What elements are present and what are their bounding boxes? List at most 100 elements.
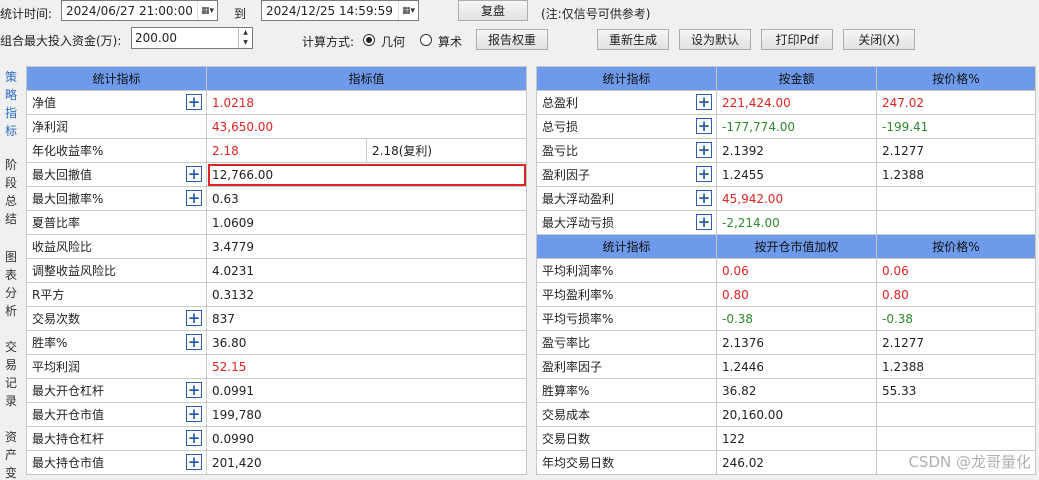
- header-by-price: 按价格%: [876, 66, 1036, 91]
- table-row: 交易次数 +837: [26, 306, 528, 331]
- metric-name: 最大持仓杠杆: [32, 432, 105, 446]
- table-row: 盈亏比 +2.1392 2.1277: [536, 138, 1036, 163]
- capital-label: 组合最大投入资金(万):: [0, 34, 122, 48]
- metric-name: 年均交易日数: [542, 456, 615, 470]
- header-by-price: 按价格%: [876, 234, 1036, 259]
- value-col-2: -199.41: [876, 114, 1036, 139]
- table-row: 最大回撤率% +0.63: [26, 186, 528, 211]
- metric-name: 最大回撤率%: [32, 192, 104, 206]
- report-weight-button[interactable]: 报告权重: [476, 29, 548, 50]
- metric-name: 最大浮动亏损: [542, 216, 615, 230]
- capital-value: 200.00: [135, 31, 177, 45]
- expand-plus-icon[interactable]: +: [696, 166, 712, 182]
- metric-name-cell: 平均利润: [26, 354, 207, 379]
- expand-plus-icon[interactable]: +: [186, 430, 202, 446]
- expand-plus-icon[interactable]: +: [696, 94, 712, 110]
- calendar-dropdown-icon[interactable]: ▦▾: [197, 1, 217, 20]
- metric-value: 0.63: [205, 186, 528, 211]
- metric-name: 胜率%: [32, 336, 68, 350]
- metric-name-cell: 净利润: [26, 114, 207, 139]
- metric-name-cell: 总盈利 +: [536, 90, 717, 115]
- metric-name: 最大浮动盈利: [542, 192, 615, 206]
- table-row: 最大开仓市值 +199,780: [26, 402, 528, 427]
- table-row: 胜率% +36.80: [26, 330, 528, 355]
- value-col-1: 122: [716, 426, 877, 451]
- table-row: 总亏损 + -177,774.00 -199.41: [536, 114, 1036, 139]
- expand-plus-icon[interactable]: +: [186, 334, 202, 350]
- metric-value: 0.0991: [205, 378, 528, 403]
- metric-name-cell: 交易成本: [536, 402, 717, 427]
- value-col-1: 0.06: [716, 258, 877, 283]
- metric-name: 总亏损: [542, 120, 579, 134]
- expand-plus-icon[interactable]: +: [186, 166, 202, 182]
- close-button[interactable]: 关闭(X): [843, 29, 915, 50]
- table-row: 最大浮动盈利 +45,942.00: [536, 186, 1036, 211]
- tab-chart-analysis[interactable]: 图表分析: [0, 248, 22, 320]
- expand-plus-icon[interactable]: +: [186, 406, 202, 422]
- value-col-1: 20,160.00: [716, 402, 877, 427]
- value-col-1: 2.1376: [716, 330, 877, 355]
- capital-input[interactable]: 200.00 ▲ ▼: [131, 27, 253, 49]
- value-col-1: -0.38: [716, 306, 877, 331]
- expand-plus-icon[interactable]: +: [186, 190, 202, 206]
- expand-plus-icon[interactable]: +: [696, 214, 712, 230]
- arithmetic-label: 算术: [438, 35, 463, 49]
- print-pdf-button[interactable]: 打印Pdf: [761, 29, 833, 50]
- table-row: 盈利因子 +1.2455 1.2388: [536, 162, 1036, 187]
- metric-name: 最大持仓市值: [32, 456, 105, 470]
- value-col-2: [876, 402, 1036, 427]
- spin-up-icon[interactable]: ▲: [239, 28, 252, 38]
- table-row: 夏普比率 1.0609: [26, 210, 528, 235]
- review-button[interactable]: 复盘: [458, 0, 528, 21]
- metric-name: 盈亏率比: [542, 336, 591, 350]
- header-metric: 统计指标: [536, 66, 717, 91]
- expand-plus-icon[interactable]: +: [186, 382, 202, 398]
- value-col-2: [876, 210, 1036, 235]
- metric-name: 平均盈利率%: [542, 288, 614, 302]
- value-col-1: 45,942.00: [716, 186, 877, 211]
- tab-stage-summary[interactable]: 阶段总结: [0, 156, 22, 228]
- capital-spinner[interactable]: ▲ ▼: [238, 28, 252, 48]
- header-value: 指标值: [205, 66, 528, 91]
- end-date-picker[interactable]: 2024/12/25 14:59:59 ▦▾: [261, 0, 419, 21]
- regenerate-button[interactable]: 重新生成: [597, 29, 669, 50]
- expand-plus-icon[interactable]: +: [186, 454, 202, 470]
- metric-value: 36.80: [205, 330, 528, 355]
- start-date-picker[interactable]: 2024/06/27 21:00:00 ▦▾: [61, 0, 218, 21]
- table-row: 胜算率% 36.82 55.33: [536, 378, 1036, 403]
- table-row: R平方 0.3132: [26, 282, 528, 307]
- tab-label: 交易记录: [5, 340, 18, 408]
- tab-strategy-metrics[interactable]: 策略指标: [0, 68, 22, 140]
- metric-value: 0.0990: [205, 426, 528, 451]
- metric-name: 胜算率%: [542, 384, 590, 398]
- expand-plus-icon[interactable]: +: [696, 142, 712, 158]
- table-row: 平均利润率% 0.06 0.06: [536, 258, 1036, 283]
- expand-plus-icon[interactable]: +: [696, 118, 712, 134]
- value-col-2: 1.2388: [876, 354, 1036, 379]
- table-row: 平均利润 52.15: [26, 354, 528, 379]
- table-row: 总盈利 +221,424.00 247.02: [536, 90, 1036, 115]
- tab-trade-records[interactable]: 交易记录: [0, 338, 22, 410]
- expand-plus-icon[interactable]: +: [696, 190, 712, 206]
- tab-asset-change[interactable]: 资产变: [0, 428, 22, 480]
- metric-name: 最大开仓杠杆: [32, 384, 105, 398]
- metric-value: 1.0218: [205, 90, 528, 115]
- metric-name-cell: 盈亏比 +: [536, 138, 717, 163]
- metric-name-cell: 盈利率因子: [536, 354, 717, 379]
- metric-name-cell: 收益风险比: [26, 234, 207, 259]
- metric-name: 总盈利: [542, 96, 579, 110]
- calendar-dropdown-icon[interactable]: ▦▾: [398, 1, 418, 20]
- metric-name: 盈亏比: [542, 144, 579, 158]
- value-col-2: [876, 426, 1036, 451]
- expand-plus-icon[interactable]: +: [186, 94, 202, 110]
- metric-name-cell: 调整收益风险比: [26, 258, 207, 283]
- metric-value: 12,766.00: [205, 162, 528, 187]
- metric-name: 净利润: [32, 120, 69, 134]
- spin-down-icon[interactable]: ▼: [239, 38, 252, 48]
- geometric-radio[interactable]: [363, 34, 375, 46]
- expand-plus-icon[interactable]: +: [186, 310, 202, 326]
- arithmetic-radio[interactable]: [420, 34, 432, 46]
- metric-value: 201,420: [205, 450, 528, 475]
- set-default-button[interactable]: 设为默认: [679, 29, 751, 50]
- metric-name: 交易成本: [542, 408, 591, 422]
